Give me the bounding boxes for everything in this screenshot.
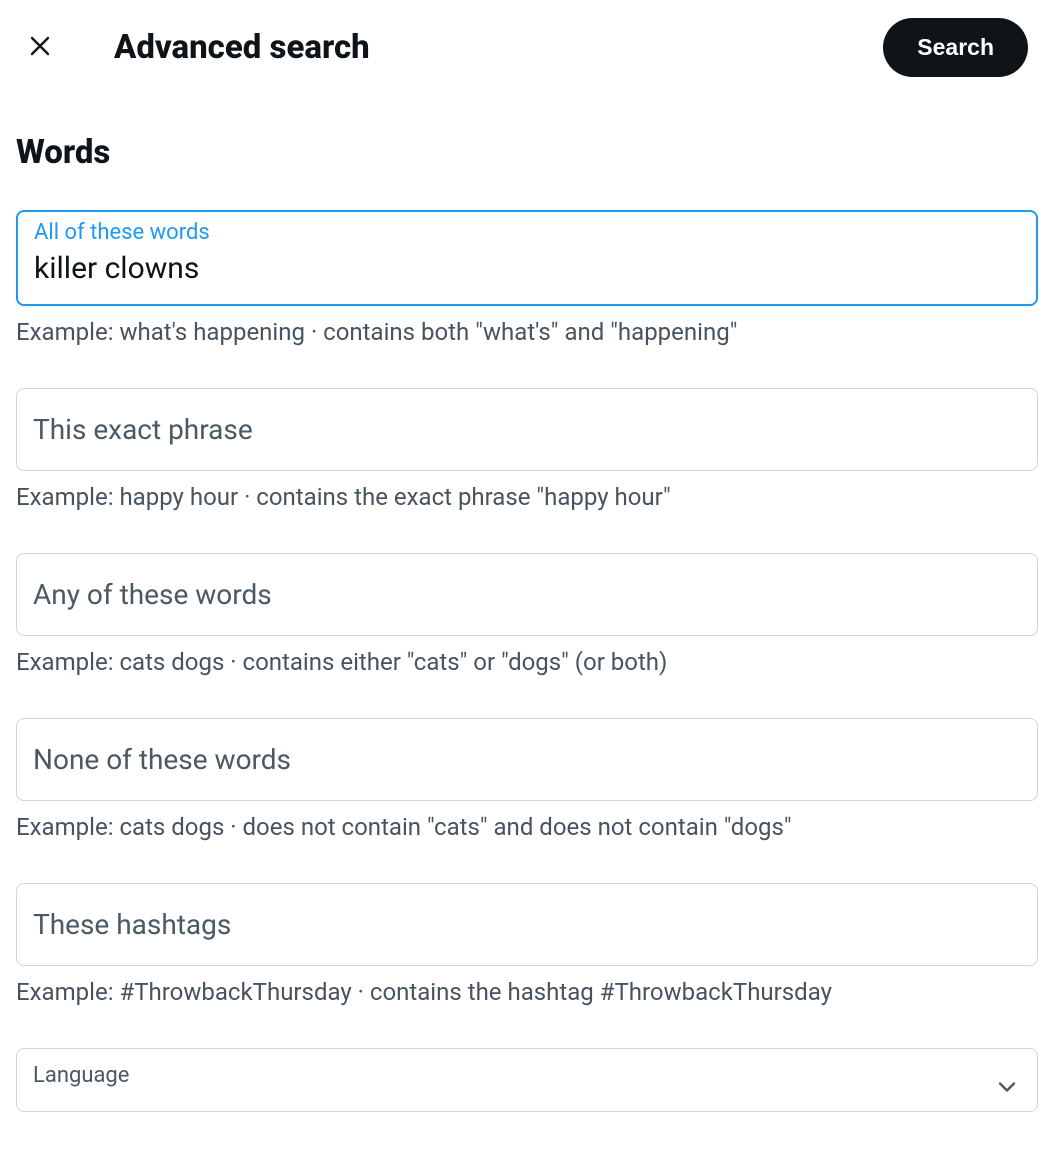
any-words-help: Example: cats dogs · contains either "ca… — [16, 648, 1038, 676]
header: Advanced search Search — [0, 0, 1054, 95]
field-language: Language — [16, 1048, 1038, 1112]
any-words-box[interactable]: Any of these words — [16, 553, 1038, 636]
none-words-help: Example: cats dogs · does not contain "c… — [16, 813, 1038, 841]
all-words-input[interactable] — [34, 251, 1020, 286]
language-select[interactable]: Language — [16, 1048, 1038, 1112]
language-label: Language — [33, 1063, 129, 1088]
search-button[interactable]: Search — [883, 18, 1028, 77]
page-title: Advanced search — [114, 28, 883, 67]
field-all-words: All of these words Example: what's happe… — [16, 210, 1038, 346]
exact-phrase-help: Example: happy hour · contains the exact… — [16, 483, 1038, 511]
all-words-label: All of these words — [34, 220, 1020, 245]
exact-phrase-box[interactable]: This exact phrase — [16, 388, 1038, 471]
field-exact-phrase: This exact phrase Example: happy hour · … — [16, 388, 1038, 511]
all-words-help: Example: what's happening · contains bot… — [16, 318, 1038, 346]
field-none-words: None of these words Example: cats dogs ·… — [16, 718, 1038, 841]
any-words-label: Any of these words — [33, 578, 272, 611]
chevron-down-icon — [993, 1063, 1021, 1105]
all-words-box[interactable]: All of these words — [16, 210, 1038, 306]
close-button[interactable] — [20, 28, 60, 68]
none-words-label: None of these words — [33, 743, 291, 776]
field-any-words: Any of these words Example: cats dogs · … — [16, 553, 1038, 676]
section-words-title: Words — [0, 95, 1054, 188]
close-icon — [28, 34, 52, 61]
words-fields: All of these words Example: what's happe… — [0, 210, 1054, 1112]
hashtags-label: These hashtags — [33, 908, 231, 941]
exact-phrase-label: This exact phrase — [33, 413, 253, 446]
field-hashtags: These hashtags Example: #ThrowbackThursd… — [16, 883, 1038, 1006]
hashtags-box[interactable]: These hashtags — [16, 883, 1038, 966]
none-words-box[interactable]: None of these words — [16, 718, 1038, 801]
hashtags-help: Example: #ThrowbackThursday · contains t… — [16, 978, 1038, 1006]
